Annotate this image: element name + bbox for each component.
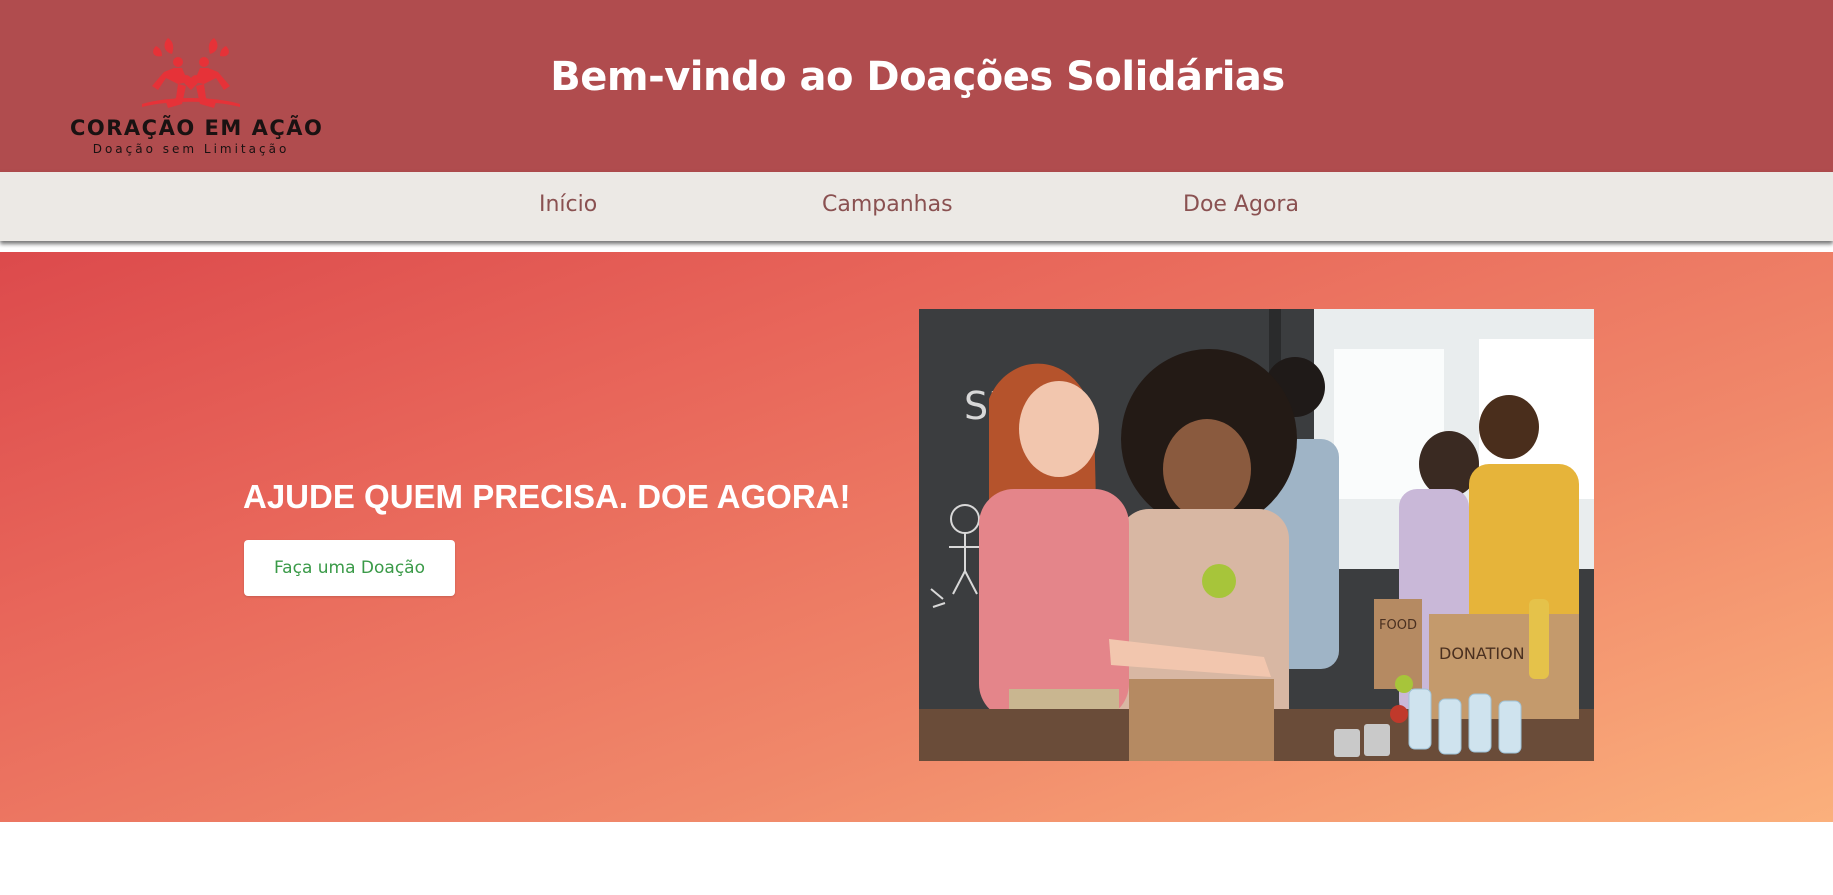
main-navigation: Início Campanhas Doe Agora [0,172,1833,241]
page-title: Bem-vindo ao Doações Solidárias [550,54,1285,100]
hero-banner: AJUDE QUEM PRECISA. DOE AGORA! Faça uma … [0,252,1833,822]
logo-tagline: Doação sem Limitação [92,142,290,156]
box-label: DONATION [1439,644,1525,663]
volunteers-photo: SHA [919,309,1594,761]
two-people-heart-logo-icon [142,38,240,108]
logo-name: CORAÇÃO EM AÇÃO [70,116,324,140]
site-header: CORAÇÃO EM AÇÃO Doação sem Limitação Bem… [0,0,1833,172]
bag-label: FOOD [1379,618,1417,633]
hero-heading: AJUDE QUEM PRECISA. DOE AGORA! [243,478,851,515]
nav-link-campanhas[interactable]: Campanhas [822,192,953,217]
site-logo[interactable]: CORAÇÃO EM AÇÃO Doação sem Limitação [70,34,324,160]
nav-link-inicio[interactable]: Início [539,192,597,217]
donate-button[interactable]: Faça uma Doação [244,540,455,596]
nav-link-doe-agora[interactable]: Doe Agora [1183,192,1299,217]
